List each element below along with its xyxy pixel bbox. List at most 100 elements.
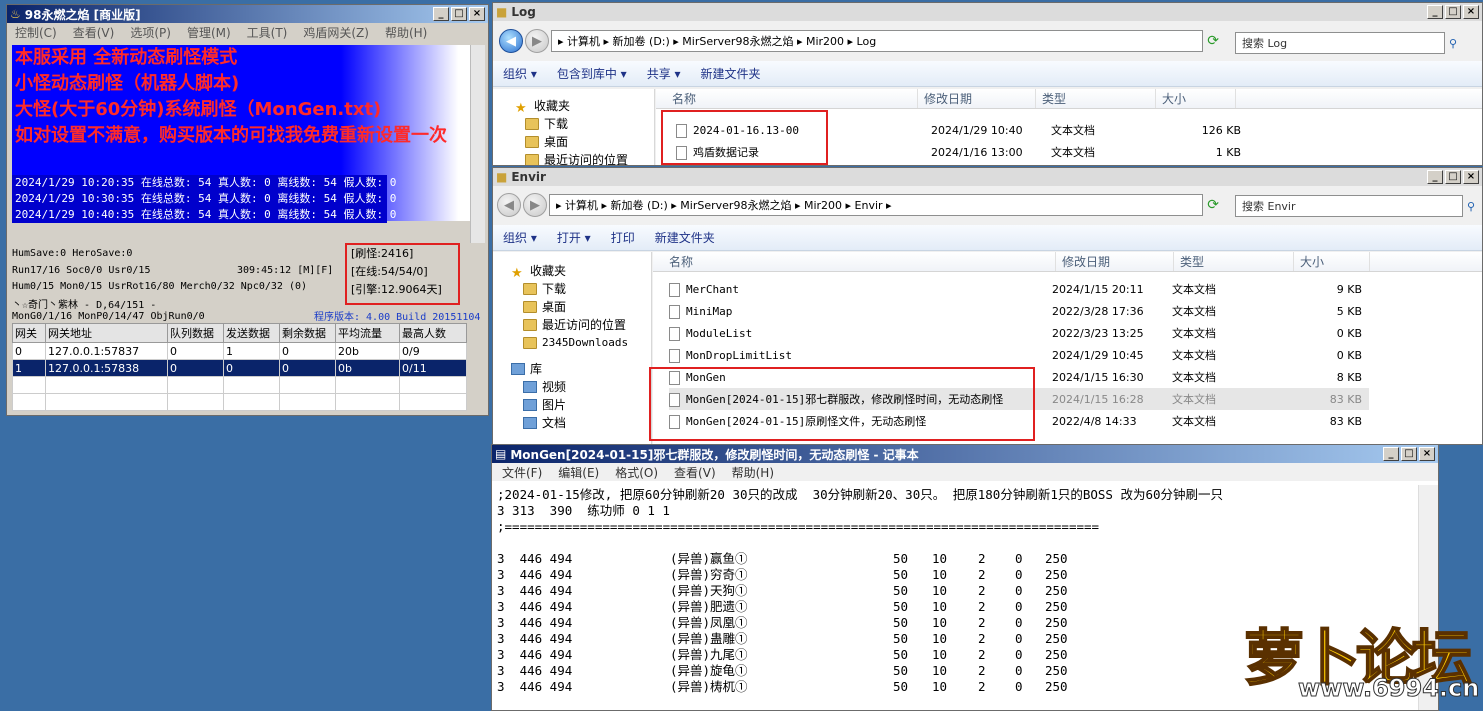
col-max-users[interactable]: 最高人数 — [399, 323, 467, 343]
log-titlebar[interactable]: ■ Log _ □ × — [493, 3, 1482, 21]
table-row[interactable]: 1 127.0.0.1:57838 0 0 0 0b 0/11 — [12, 359, 467, 377]
col-modified[interactable]: 修改日期 — [918, 89, 1036, 108]
new-folder-button[interactable]: 新建文件夹 — [691, 65, 771, 82]
nav-downloads[interactable]: 下载 — [515, 115, 654, 133]
menu-gateway[interactable]: 鸡盾网关(Z) — [295, 24, 377, 41]
print-button[interactable]: 打印 — [601, 229, 645, 246]
nav-libraries[interactable]: 库 — [511, 360, 651, 378]
list-item[interactable]: MonDropLimitList 2024/1/29 10:45 文本文档 0 KB — [669, 344, 1369, 366]
include-library-button[interactable]: 包含到库中 ▾ — [547, 65, 637, 82]
menu-format[interactable]: 格式(O) — [607, 464, 666, 481]
nav-desktop[interactable]: 桌面 — [511, 298, 651, 316]
log-search-input[interactable]: 搜索 Log — [1235, 32, 1445, 54]
organize-button[interactable]: 组织 ▾ — [493, 65, 547, 82]
col-name[interactable]: 名称 — [653, 252, 1056, 271]
forward-icon[interactable]: ▶ — [525, 29, 549, 53]
nav-downloads[interactable]: 下载 — [511, 280, 651, 298]
list-item[interactable]: ModuleList 2022/3/23 13:25 文本文档 0 KB — [669, 322, 1369, 344]
close-icon[interactable]: × — [1463, 170, 1479, 184]
envir-search-input[interactable]: 搜索 Envir — [1235, 195, 1463, 217]
menu-file[interactable]: 文件(F) — [494, 464, 550, 481]
cell: 127.0.0.1:57837 — [45, 342, 168, 360]
col-type[interactable]: 类型 — [1174, 252, 1294, 271]
nav-label: 文档 — [542, 416, 567, 430]
text-line: 3 313 390 练功师 0 1 1 — [497, 503, 670, 518]
organize-button[interactable]: 组织 ▾ — [493, 229, 547, 246]
nav-favorites[interactable]: ★ 收藏夹 — [515, 97, 654, 116]
envir-path[interactable]: ▸ 计算机 ▸ 新加卷 (D:) ▸ MirServer98永燃之焰 ▸ Mir… — [549, 194, 1204, 216]
col-queue[interactable]: 队列数据 — [167, 323, 224, 343]
refresh-icon[interactable]: ⟳ — [1207, 197, 1219, 213]
text-cell: 250 — [1045, 583, 1068, 598]
close-icon[interactable]: × — [1419, 447, 1435, 461]
close-icon[interactable]: × — [469, 7, 485, 21]
menu-view[interactable]: 查看(V) — [666, 464, 724, 481]
nav-label: 图片 — [542, 398, 567, 412]
nav-2345downloads[interactable]: 2345Downloads — [511, 334, 651, 352]
share-button[interactable]: 共享 ▾ — [637, 65, 691, 82]
log-path[interactable]: ▸ 计算机 ▸ 新加卷 (D:) ▸ MirServer98永燃之焰 ▸ Mir… — [551, 30, 1204, 52]
menu-manage[interactable]: 管理(M) — [179, 24, 239, 41]
log-scrollbar[interactable] — [470, 45, 485, 243]
folder-icon: ■ — [496, 170, 508, 184]
maximize-icon[interactable]: □ — [451, 7, 467, 21]
col-modified[interactable]: 修改日期 — [1056, 252, 1174, 271]
maximize-icon[interactable]: □ — [1445, 170, 1461, 184]
col-sent[interactable]: 发送数据 — [223, 323, 280, 343]
col-gateway[interactable]: 网关 — [12, 323, 46, 343]
col-type[interactable]: 类型 — [1036, 89, 1156, 108]
forward-icon[interactable]: ▶ — [523, 193, 547, 217]
maximize-icon[interactable]: □ — [1401, 447, 1417, 461]
col-traffic[interactable]: 平均流量 — [335, 323, 400, 343]
close-icon[interactable]: × — [1463, 5, 1479, 19]
nav-documents[interactable]: 文档 — [511, 414, 651, 432]
col-size[interactable]: 大小 — [1156, 89, 1236, 108]
menu-options[interactable]: 选项(P) — [122, 24, 179, 41]
back-icon[interactable]: ◀ — [499, 29, 523, 53]
file-date: 2024/1/15 20:11 — [1052, 282, 1144, 296]
cell: 0 — [279, 342, 336, 360]
open-button[interactable]: 打开 ▾ — [547, 229, 601, 246]
maximize-icon[interactable]: □ — [1445, 5, 1461, 19]
nav-desktop[interactable]: 桌面 — [515, 133, 654, 151]
col-name[interactable]: 名称 — [656, 89, 918, 108]
nav-recent[interactable]: 最近访问的位置 — [515, 151, 654, 165]
menu-help[interactable]: 帮助(H) — [724, 464, 782, 481]
search-icon[interactable]: ⚲ — [1449, 37, 1457, 50]
server-titlebar[interactable]: ♨ 98永燃之焰 [商业版] _ □ × — [7, 5, 488, 23]
minimize-icon[interactable]: _ — [433, 7, 449, 21]
list-item[interactable]: MerChant 2024/1/15 20:11 文本文档 9 KB — [669, 278, 1369, 300]
notice-line: 小怪动态刷怪（机器人脚本) — [15, 73, 240, 94]
col-size[interactable]: 大小 — [1294, 252, 1370, 271]
highlight-box — [649, 367, 1035, 441]
minimize-icon[interactable]: _ — [1427, 5, 1443, 19]
text-cell: (异兽)梼杌① — [670, 679, 748, 694]
menu-control[interactable]: 控制(C) — [7, 24, 65, 41]
refresh-icon[interactable]: ⟳ — [1207, 33, 1219, 49]
file-date: 2024/1/16 13:00 — [931, 145, 1023, 159]
notice-line: 本服采用 全新动态刷怪模式 — [15, 47, 238, 68]
menu-edit[interactable]: 编辑(E) — [550, 464, 607, 481]
search-icon[interactable]: ⚲ — [1467, 200, 1475, 213]
menu-view[interactable]: 查看(V) — [65, 24, 123, 41]
list-item[interactable]: MiniMap 2022/3/28 17:36 文本文档 5 KB — [669, 300, 1369, 322]
nav-recent[interactable]: 最近访问的位置 — [511, 316, 651, 334]
new-folder-button[interactable]: 新建文件夹 — [645, 229, 725, 246]
nav-pictures[interactable]: 图片 — [511, 396, 651, 414]
menu-tools[interactable]: 工具(T) — [239, 24, 296, 41]
nav-label: 下载 — [544, 117, 569, 131]
minimize-icon[interactable]: _ — [1427, 170, 1443, 184]
nav-videos[interactable]: 视频 — [511, 378, 651, 396]
text-cell: 50 — [893, 679, 909, 694]
notepad-titlebar[interactable]: ▤ MonGen[2024-01-15]邪七群服改，修改刷怪时间，无动态刷怪 -… — [492, 445, 1438, 463]
col-remaining[interactable]: 剩余数据 — [279, 323, 336, 343]
folder-icon — [523, 319, 537, 331]
file-type: 文本文档 — [1172, 327, 1216, 340]
col-address[interactable]: 网关地址 — [45, 323, 168, 343]
nav-favorites[interactable]: ★ 收藏夹 — [511, 262, 651, 281]
table-row[interactable]: 0 127.0.0.1:57837 0 1 0 20b 0/9 — [12, 342, 467, 360]
minimize-icon[interactable]: _ — [1383, 447, 1399, 461]
menu-help[interactable]: 帮助(H) — [377, 24, 435, 41]
back-icon[interactable]: ◀ — [497, 193, 521, 217]
envir-titlebar[interactable]: ■ Envir _ □ × — [493, 168, 1482, 186]
